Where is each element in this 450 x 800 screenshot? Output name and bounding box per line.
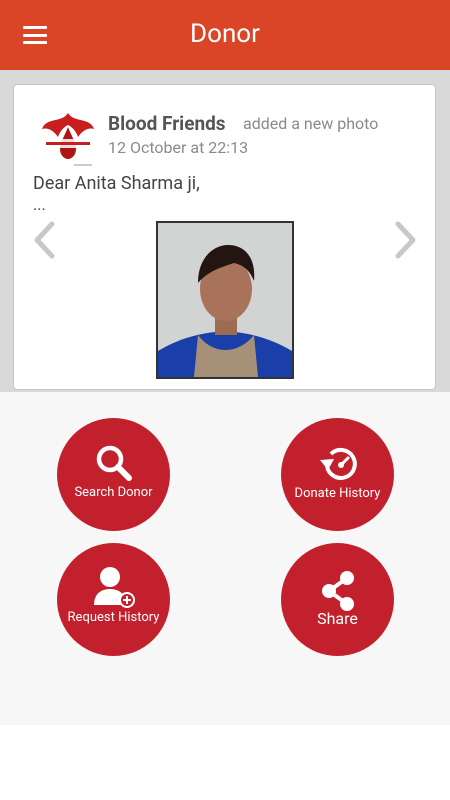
share-button[interactable]: Share <box>281 543 394 656</box>
post-ellipsis: ... <box>33 195 46 214</box>
history-icon <box>317 444 359 488</box>
share-label: Share <box>317 609 358 628</box>
post-photo[interactable] <box>156 221 294 379</box>
search-icon <box>95 444 133 486</box>
chevron-left-icon[interactable] <box>32 221 56 259</box>
user-add-icon <box>92 565 136 613</box>
app-bar: Donor <box>0 0 450 70</box>
post-action: added a new photo <box>243 114 379 133</box>
post-timestamp: 12 October at 22:13 <box>108 138 249 157</box>
request-history-label: Request History <box>67 610 160 625</box>
search-donor-label: Search Donor <box>74 485 153 500</box>
chevron-right-icon[interactable] <box>394 221 418 259</box>
page-title: Donor <box>190 19 260 49</box>
post-card[interactable]: Blood Friends added a new photo 12 Octob… <box>13 84 436 390</box>
search-donor-button[interactable]: Search Donor <box>57 418 170 531</box>
request-history-button[interactable]: Request History <box>57 543 170 656</box>
blood-friends-logo <box>38 107 98 169</box>
donate-history-button[interactable]: Donate History <box>281 418 394 531</box>
donate-history-label: Donate History <box>294 486 381 501</box>
post-author[interactable]: Blood Friends <box>108 112 226 135</box>
post-text: Dear Anita Sharma ji, <box>33 173 200 194</box>
